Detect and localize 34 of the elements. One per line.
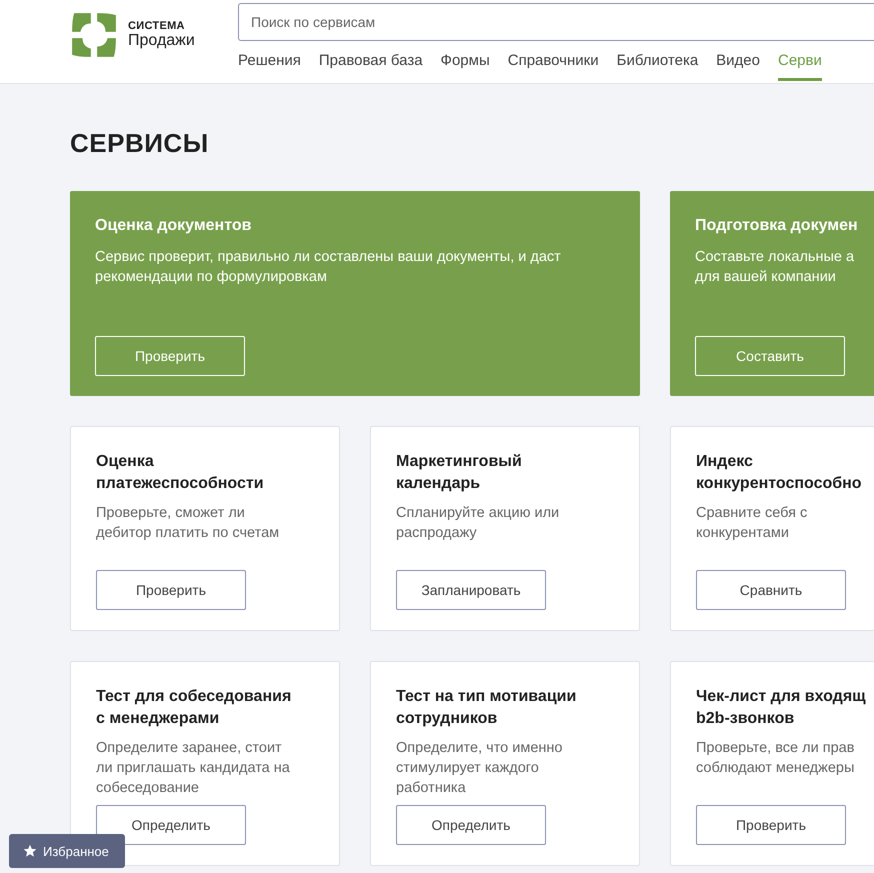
card-description: Проверьте, сможет ли дебитор платить по счетам: [96, 504, 280, 543]
card-button[interactable]: Сравнить: [696, 570, 846, 610]
page-title: СЕРВИСЫ: [70, 128, 210, 158]
card-title: Маркетинговый календарь: [396, 452, 523, 494]
logo-icon: [70, 11, 118, 59]
card-title: Подготовка докумен: [695, 216, 859, 236]
card-description: Сравните себя с конкурентами: [696, 504, 808, 543]
search-field[interactable]: Поиск по сервисам: [238, 3, 874, 41]
star-icon: [23, 844, 37, 858]
nav-tab[interactable]: Видео: [716, 52, 760, 81]
card-description: Сервис проверит, правильно ли составлены ваши документы, и даст рекомендации по формулировкам: [95, 248, 562, 287]
logo-title: Продажи: [128, 32, 195, 50]
card-title: Оценка документов: [95, 216, 252, 236]
card-description: Определите, что именно стимулирует каждого работника: [396, 739, 564, 798]
nav-tab[interactable]: Формы: [440, 52, 490, 81]
card-title: Чек-лист для входящ b2b-звонков: [696, 687, 867, 729]
card-button[interactable]: Запланировать: [396, 570, 546, 610]
logo-caption: СИСТЕМА: [128, 20, 186, 32]
card-button[interactable]: Проверить: [96, 570, 246, 610]
card-button[interactable]: Определить: [396, 805, 546, 845]
card-description: Определите заранее, стоит ли приглашать кандидата на собеседование: [96, 739, 291, 798]
card-button[interactable]: Проверить: [696, 805, 846, 845]
card-description: Составьте локальные а для вашей компании: [695, 248, 856, 287]
card-title: Оценка платежеспособности: [96, 452, 265, 494]
nav-tab[interactable]: Справочники: [508, 52, 599, 81]
card-title: Индекс конкурентоспособно: [696, 452, 863, 494]
nav-tab[interactable]: Библиотека: [616, 52, 698, 81]
nav-tab[interactable]: Решения: [238, 52, 301, 81]
favorites-menu[interactable]: Избранное: [9, 834, 125, 868]
card-title: Тест на тип мотивации сотрудников: [396, 687, 578, 729]
card-title: Тест для собеседования с менеджерами: [96, 687, 292, 729]
card-description: Спланируйте акцию или распродажу: [396, 504, 560, 543]
card-description: Проверьте, все ли прав соблюдают менеджеры: [696, 739, 856, 778]
nav-tab[interactable]: Правовая база: [318, 52, 423, 81]
